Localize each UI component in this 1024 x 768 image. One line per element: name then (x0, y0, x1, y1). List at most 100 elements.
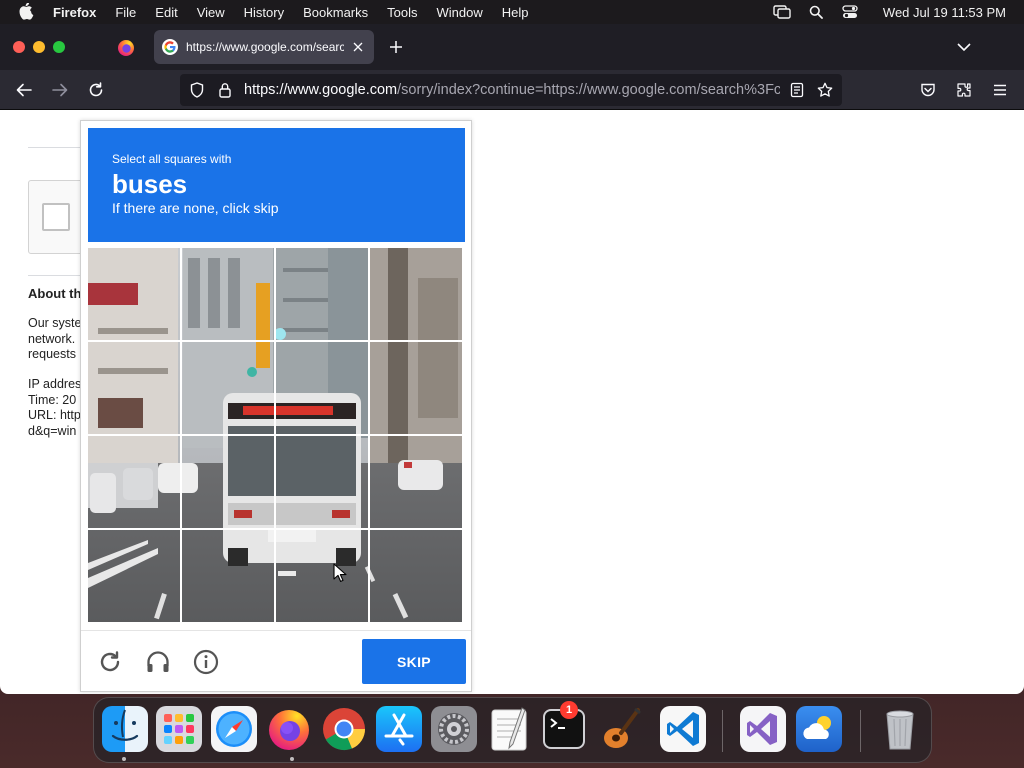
arrow-right-icon (52, 83, 68, 97)
tab-list-button[interactable] (954, 37, 974, 57)
image-tile-r2-c1[interactable] (88, 342, 180, 434)
menu-app-name[interactable]: Firefox (53, 5, 96, 20)
tile-image (370, 436, 462, 528)
app-menu-button[interactable] (989, 79, 1011, 101)
image-tile-r3-c1[interactable] (88, 436, 180, 528)
skip-button[interactable]: SKIP (362, 639, 466, 684)
trash-icon[interactable] (877, 706, 923, 752)
window-close-button[interactable] (13, 41, 25, 53)
dock-separator (722, 710, 723, 752)
finder-icon[interactable] (102, 706, 148, 752)
image-tile-r1-c1[interactable] (88, 248, 180, 340)
audio-challenge-button[interactable] (143, 647, 173, 677)
image-tile-r1-c2[interactable] (182, 248, 274, 340)
screen-mirroring-icon[interactable] (773, 3, 791, 21)
image-tile-r4-c4[interactable] (370, 530, 462, 622)
image-tile-r3-c3[interactable] (276, 436, 368, 528)
textedit-icon[interactable] (486, 706, 532, 752)
menu-bookmarks[interactable]: Bookmarks (303, 5, 368, 20)
explanation-text: Our syste network. requests (28, 316, 82, 363)
reload-button[interactable] (85, 79, 107, 101)
challenge-footer: SKIP (81, 630, 471, 692)
active-tab[interactable]: https://www.google.com/search (154, 30, 374, 64)
url-text[interactable]: https://www.google.com/sorry/index?conti… (244, 82, 780, 98)
lock-icon[interactable] (216, 81, 234, 99)
tile-image (276, 248, 368, 340)
image-tile-r3-c4[interactable] (370, 436, 462, 528)
url-line: URL: http (28, 408, 81, 422)
tracking-protection-shield-icon[interactable] (188, 81, 206, 99)
system-settings-icon[interactable] (431, 706, 477, 752)
reload-icon (89, 82, 103, 97)
image-tile-r2-c3[interactable] (276, 342, 368, 434)
hamburger-menu-icon (994, 84, 1006, 96)
image-tile-r3-c2[interactable] (182, 436, 274, 528)
menu-file[interactable]: File (115, 5, 136, 20)
tile-image (276, 530, 368, 622)
about-heading: About th (28, 286, 82, 301)
image-tile-r1-c3[interactable] (276, 248, 368, 340)
image-tile-r4-c2[interactable] (182, 530, 274, 622)
image-tile-r2-c2[interactable] (182, 342, 274, 434)
tile-image (370, 342, 462, 434)
control-center-icon[interactable] (841, 3, 859, 21)
menu-tools[interactable]: Tools (387, 5, 417, 20)
arrow-left-icon (16, 83, 32, 97)
running-indicator (122, 757, 126, 761)
image-tile-r2-c4[interactable] (370, 342, 462, 434)
plus-icon (390, 41, 402, 53)
garageband-icon[interactable] (597, 706, 643, 752)
window-zoom-button[interactable] (53, 41, 65, 53)
tile-image (182, 530, 274, 622)
image-tile-grid (88, 248, 463, 623)
reader-view-icon[interactable] (786, 79, 808, 101)
recaptcha-checkbox[interactable] (42, 203, 70, 231)
ip-address-line: IP addres (28, 377, 82, 391)
app-store-icon[interactable] (376, 706, 422, 752)
forward-button[interactable] (49, 79, 71, 101)
menu-bar-clock[interactable]: Wed Jul 19 11:53 PM (883, 5, 1006, 20)
tile-image (88, 342, 180, 434)
chrome-icon[interactable] (321, 706, 367, 752)
menu-help[interactable]: Help (502, 5, 529, 20)
new-tab-button[interactable] (386, 37, 406, 57)
info-icon (193, 649, 219, 675)
apple-menu-icon[interactable] (17, 2, 37, 22)
running-indicator (290, 757, 294, 761)
pocket-button[interactable] (917, 79, 939, 101)
menu-window[interactable]: Window (437, 5, 483, 20)
pinned-firefox-tab[interactable] (112, 36, 140, 60)
navigation-toolbar: https://www.google.com/sorry/index?conti… (0, 70, 1024, 110)
menu-history[interactable]: History (244, 5, 284, 20)
challenge-header: Select all squares with buses If there a… (88, 128, 465, 242)
back-button[interactable] (13, 79, 35, 101)
image-tile-r1-c4[interactable] (370, 248, 462, 340)
help-info-button[interactable] (191, 647, 221, 677)
recaptcha-challenge-dialog: Select all squares with buses If there a… (80, 120, 472, 692)
weather-icon[interactable] (796, 706, 842, 752)
launchpad-icon[interactable] (156, 706, 202, 752)
vscode-icon[interactable] (660, 706, 706, 752)
address-bar[interactable]: https://www.google.com/sorry/index?conti… (180, 74, 842, 106)
new-challenge-button[interactable] (95, 647, 125, 677)
image-tile-r4-c1[interactable] (88, 530, 180, 622)
explanation-line: requests (28, 347, 76, 361)
challenge-skip-hint: If there are none, click skip (112, 200, 279, 216)
visual-studio-icon[interactable] (740, 706, 786, 752)
menu-edit[interactable]: Edit (155, 5, 177, 20)
spotlight-search-icon[interactable] (807, 3, 825, 21)
extensions-button[interactable] (953, 79, 975, 101)
bookmark-star-icon[interactable] (814, 79, 836, 101)
tile-image (370, 248, 462, 340)
tile-image (370, 530, 462, 622)
challenge-instruction: Select all squares with (112, 152, 232, 166)
browser-tab-bar: https://www.google.com/search (0, 24, 1024, 70)
mouse-cursor-icon (333, 563, 347, 582)
window-minimize-button[interactable] (33, 41, 45, 53)
headphones-icon (147, 651, 169, 672)
safari-icon[interactable] (211, 706, 257, 752)
tab-close-icon[interactable] (350, 39, 366, 55)
firefox-icon[interactable] (266, 706, 312, 752)
menu-view[interactable]: View (197, 5, 225, 20)
image-tile-r4-c3[interactable] (276, 530, 368, 622)
